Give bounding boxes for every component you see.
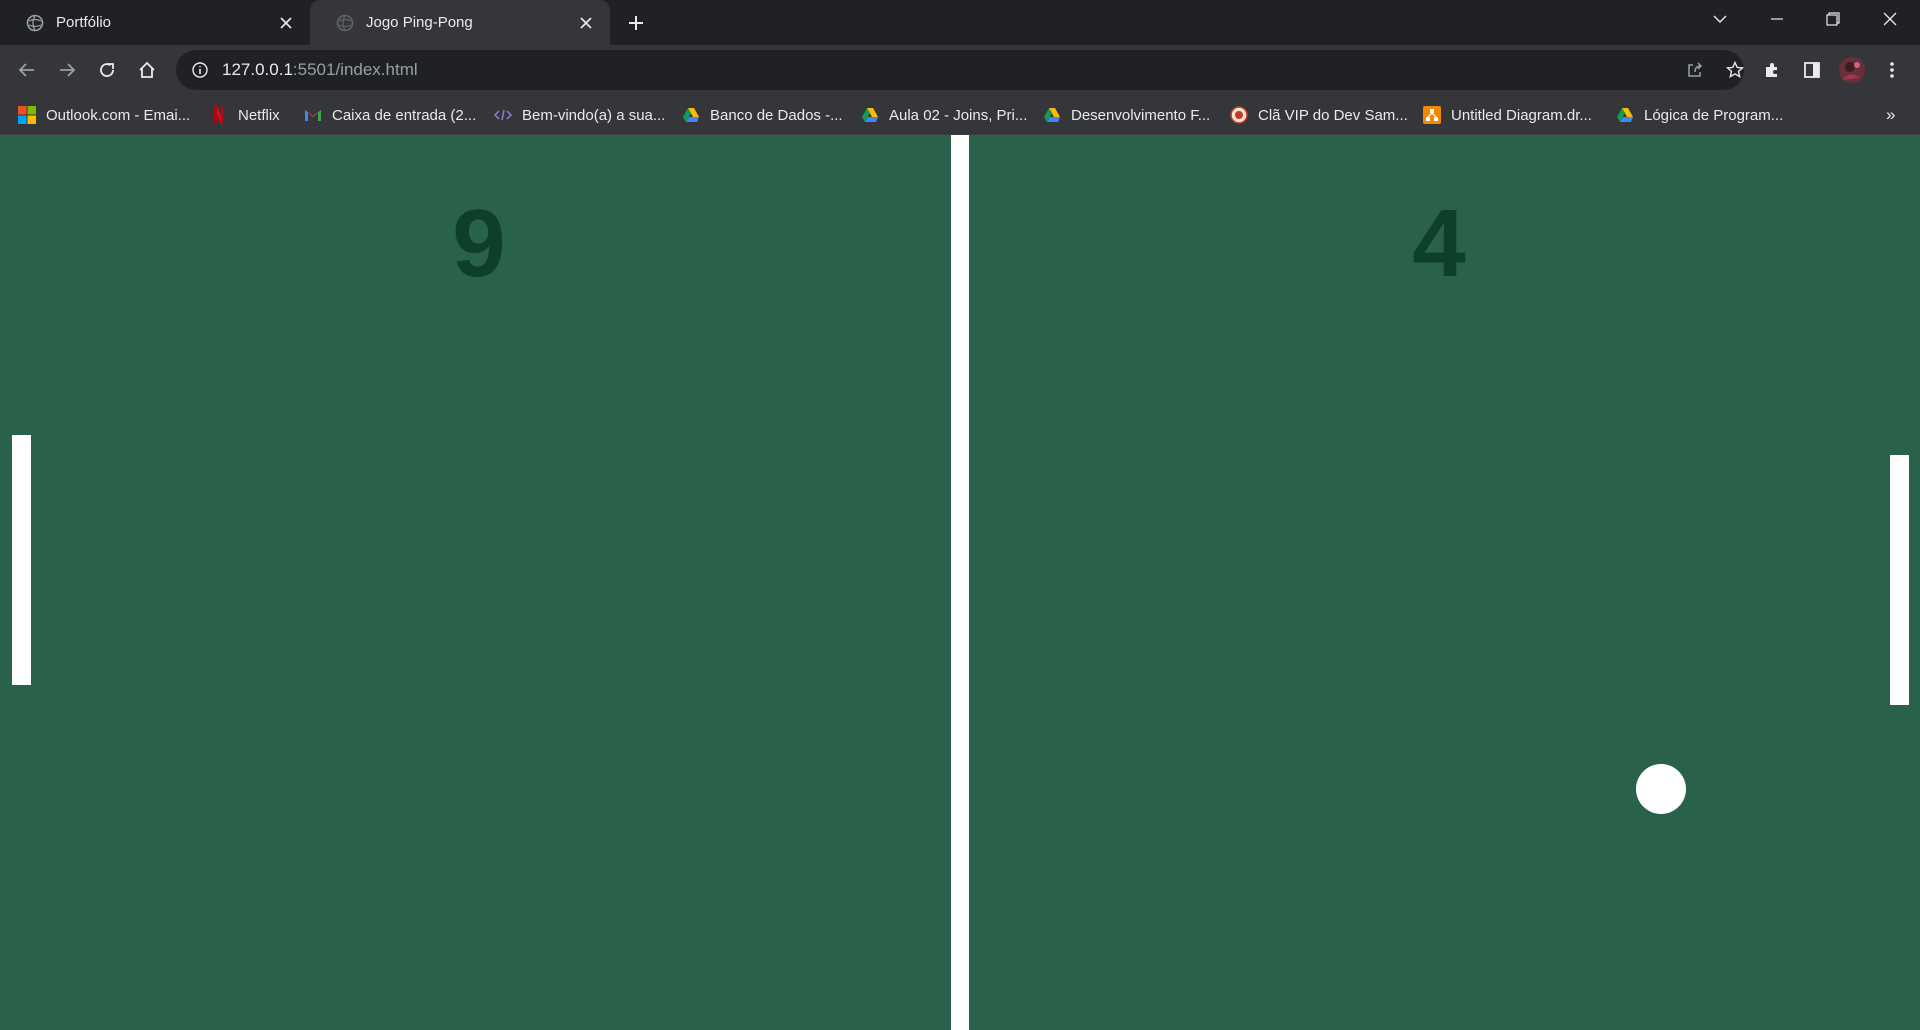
bookmark-banco-de-dados[interactable]: Banco de Dados -... (682, 102, 843, 128)
bookmark-gmail[interactable]: Caixa de entrada (2... (304, 102, 476, 128)
netflix-icon (210, 106, 228, 124)
bookmark-label: Netflix (238, 106, 280, 124)
tab-search-chevron-icon[interactable] (1692, 0, 1748, 38)
browser-chrome: Portfólio Jogo Ping-Pong 127.0.0.1:5501/… (0, 0, 1920, 135)
tab-strip: Portfólio Jogo Ping-Pong (0, 0, 1920, 45)
reload-button[interactable] (91, 54, 123, 86)
bookmarks-overflow-button[interactable]: » (1886, 102, 1895, 128)
bookmark-label: Aula 02 - Joins, Pri... (889, 106, 1028, 124)
bookmark-cla-vip[interactable]: Clã VIP do Dev Sam... (1230, 102, 1408, 128)
tab-jogo-ping-pong[interactable]: Jogo Ping-Pong (310, 0, 610, 45)
menu-icon[interactable] (1876, 54, 1908, 86)
url-text: 127.0.0.1:5501/index.html (222, 60, 418, 79)
ball (1636, 764, 1686, 814)
tab-title: Portfólio (56, 14, 112, 31)
bookmarks-bar: Outlook.com - Emai... Netflix Caixa de e… (0, 94, 1920, 135)
home-button[interactable] (131, 54, 163, 86)
new-tab-button[interactable] (622, 9, 650, 37)
minimize-button[interactable] (1749, 0, 1805, 38)
drive-icon (1043, 106, 1061, 124)
bookmark-untitled-diagram[interactable]: Untitled Diagram.dr... (1423, 102, 1592, 128)
microsoft-icon (18, 106, 36, 124)
bookmark-label: Lógica de Program... (1644, 106, 1784, 124)
star-icon[interactable] (1719, 54, 1751, 86)
globe-icon (336, 14, 354, 32)
score-right: 4 (1412, 190, 1466, 297)
tab-portfolio[interactable]: Portfólio (0, 0, 310, 45)
bookmark-netflix[interactable]: Netflix (210, 102, 280, 128)
globe-icon (26, 14, 44, 32)
close-icon[interactable] (576, 13, 596, 33)
clan-icon (1230, 106, 1248, 124)
bookmark-label: Untitled Diagram.dr... (1451, 106, 1592, 124)
close-window-button[interactable] (1862, 0, 1918, 38)
drive-icon (1616, 106, 1634, 124)
bookmark-outlook[interactable]: Outlook.com - Emai... (18, 102, 190, 128)
close-icon[interactable] (276, 13, 296, 33)
bookmark-label: Bem-vindo(a) a sua... (522, 106, 666, 124)
paddle-left (12, 435, 31, 685)
toolbar: 127.0.0.1:5501/index.html (0, 45, 1920, 94)
avatar[interactable] (1836, 54, 1868, 86)
code-icon (494, 106, 512, 124)
bookmark-aula-02[interactable]: Aula 02 - Joins, Pri... (861, 102, 1027, 128)
info-icon[interactable] (192, 62, 208, 78)
bookmark-label: Desenvolvimento F... (1071, 106, 1211, 124)
drive-icon (682, 106, 700, 124)
forward-button[interactable] (51, 54, 83, 86)
center-net (951, 135, 969, 1030)
bookmark-desenvolvimento[interactable]: Desenvolvimento F... (1043, 102, 1210, 128)
bookmark-label: Caixa de entrada (2... (332, 106, 477, 124)
tab-title: Jogo Ping-Pong (366, 14, 473, 31)
paddle-right (1890, 455, 1909, 705)
share-icon[interactable] (1679, 54, 1711, 86)
bookmark-bem-vindo[interactable]: Bem-vindo(a) a sua... (494, 102, 665, 128)
bookmark-label: Clã VIP do Dev Sam... (1258, 106, 1408, 124)
bookmark-label: Outlook.com - Emai... (46, 106, 191, 124)
drive-icon (861, 106, 879, 124)
address-bar[interactable]: 127.0.0.1:5501/index.html (176, 50, 1744, 90)
extensions-icon[interactable] (1756, 54, 1788, 86)
restore-button[interactable] (1805, 0, 1861, 38)
bookmark-label: Banco de Dados -... (710, 106, 843, 124)
gmail-icon (304, 106, 322, 124)
bookmark-logica-de-programacao[interactable]: Lógica de Program... (1616, 102, 1783, 128)
side-panel-icon[interactable] (1796, 54, 1828, 86)
game-field[interactable]: 9 4 (0, 135, 1920, 1030)
back-button[interactable] (11, 54, 43, 86)
drawio-icon (1423, 106, 1441, 124)
score-left: 9 (452, 190, 506, 297)
